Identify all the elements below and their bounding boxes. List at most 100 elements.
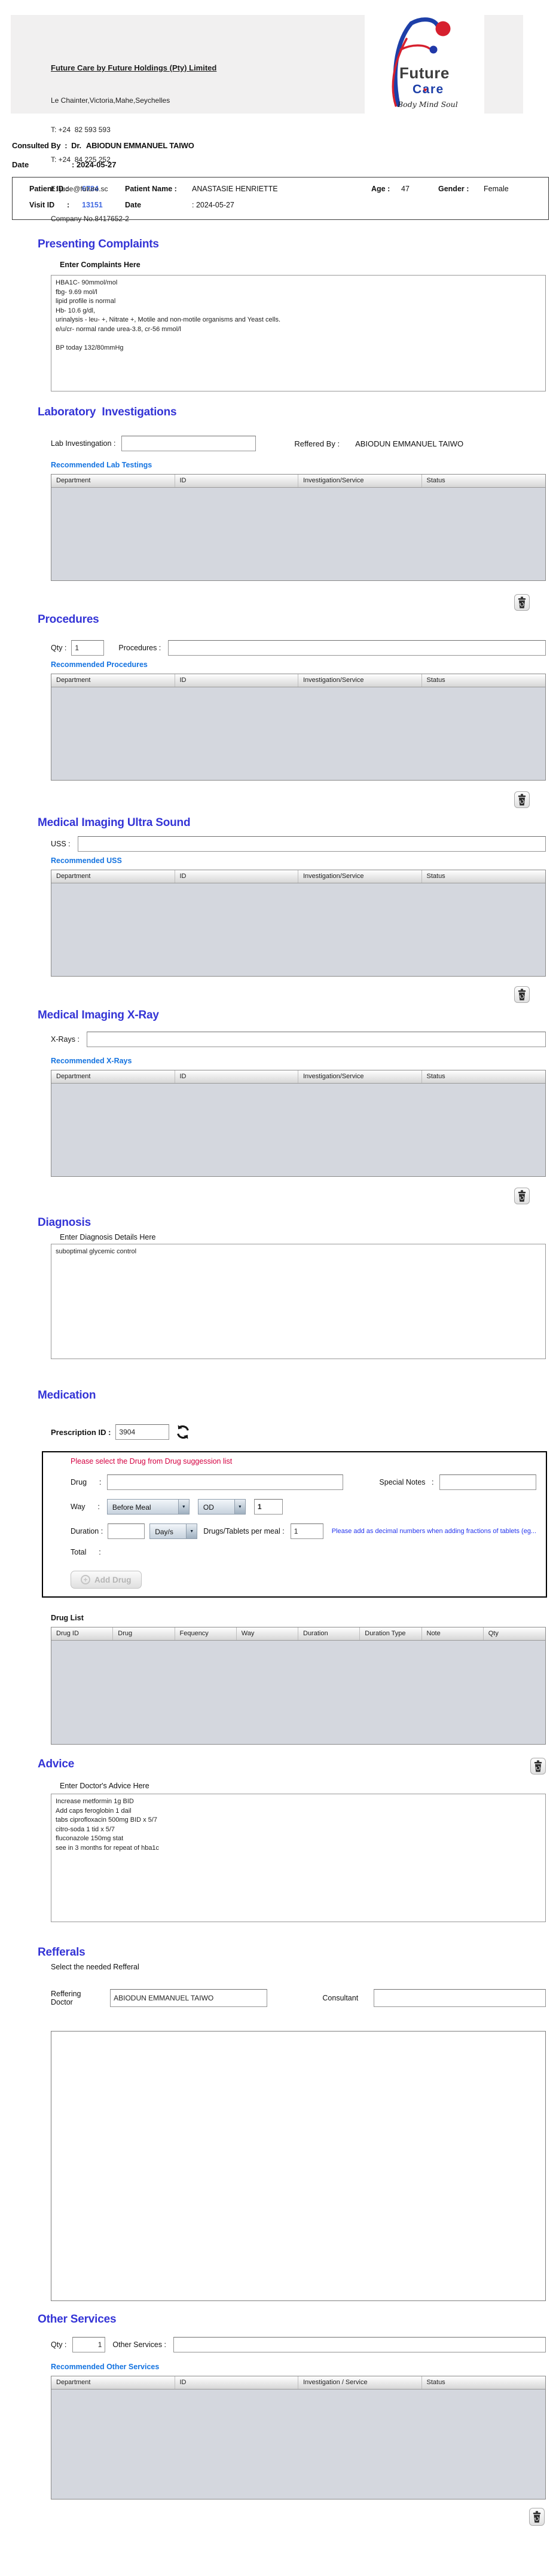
delete-procedure-button[interactable] xyxy=(514,791,530,808)
xray-input-row: X-Rays : xyxy=(51,1032,546,1047)
meal-timing-select[interactable]: Before Meal ▼ xyxy=(107,1499,190,1515)
recommended-xrays-label: Recommended X-Rays xyxy=(51,1057,556,1065)
section-title-medication: Medication xyxy=(38,1389,556,1402)
delete-lab-test-button[interactable] xyxy=(514,594,530,611)
referring-doctor-input[interactable] xyxy=(110,1989,267,2007)
table-body xyxy=(51,1084,545,1176)
column-header-status: Status xyxy=(422,1070,546,1083)
consultant-input[interactable] xyxy=(374,1989,546,2007)
consultant-label: Consultant xyxy=(322,1994,358,2002)
table-header-row: Department ID Investigation / Service St… xyxy=(51,2376,545,2390)
lab-testings-table: Department ID Investigation/Service Stat… xyxy=(51,474,546,581)
frequency-select[interactable]: OD ▼ xyxy=(198,1499,246,1515)
column-header-id: ID xyxy=(175,475,299,487)
advice-textarea[interactable]: Increase metformin 1g BID Add caps ferog… xyxy=(51,1794,546,1922)
referred-by-label: Reffered By : xyxy=(294,439,340,448)
other-services-label: Other Services : xyxy=(112,2341,166,2349)
refresh-prescription-button[interactable] xyxy=(175,1424,191,1440)
duration-input[interactable] xyxy=(108,1523,145,1539)
column-header-status: Status xyxy=(422,2376,546,2389)
column-header-department: Department xyxy=(51,2376,175,2389)
drug-input[interactable] xyxy=(107,1474,343,1490)
column-header-duration: Duration xyxy=(298,1627,360,1640)
uss-table: Department ID Investigation/Service Stat… xyxy=(51,870,546,977)
heart-icon: ♥ xyxy=(423,87,427,94)
company-address: Le Chainter,Victoria,Mahe,Seychelles xyxy=(51,96,216,106)
frequency-qty-input[interactable] xyxy=(254,1499,283,1515)
uss-input-row: USS : xyxy=(51,836,546,852)
special-notes-input[interactable] xyxy=(439,1474,536,1490)
complaints-textarea[interactable]: HBA1C- 90mmol/mol fbg- 9.69 mol/l lipid … xyxy=(51,275,546,391)
lab-investigation-input[interactable] xyxy=(121,436,256,451)
column-header-qty: Qty xyxy=(484,1627,545,1640)
duration-unit-value: Day/s xyxy=(150,1524,186,1538)
plus-circle-icon: + xyxy=(81,1575,90,1584)
table-header-row: Department ID Investigation/Service Stat… xyxy=(51,870,545,883)
section-title-diagnosis: Diagnosis xyxy=(38,1216,556,1229)
per-meal-qty-input[interactable] xyxy=(291,1523,323,1539)
other-services-qty-input[interactable] xyxy=(72,2337,105,2352)
chevron-down-icon: ▼ xyxy=(186,1524,197,1538)
duration-row: Duration : Day/s ▼ Drugs/Tablets per mea… xyxy=(71,1523,546,1539)
column-header-frequency: Fequency xyxy=(175,1627,237,1640)
company-header: Future Care by Future Holdings (Pty) Lim… xyxy=(11,15,523,114)
logo-tagline: Body Mind Soul xyxy=(398,100,458,109)
referring-doctor-label: Reffering Doctor xyxy=(51,1990,104,2006)
other-services-input[interactable] xyxy=(173,2337,546,2352)
total-label: Total : xyxy=(71,1548,101,1556)
drug-list-table: Drug ID Drug Fequency Way Duration Durat… xyxy=(51,1627,546,1745)
referral-input-row: Reffering Doctor Consultant xyxy=(51,1989,546,2007)
prescription-id-label: Prescription ID : xyxy=(51,1428,111,1437)
column-header-department: Department xyxy=(51,1070,175,1083)
company-phone-1: T: +24 82 593 593 xyxy=(51,125,216,135)
meal-timing-value: Before Meal xyxy=(108,1500,178,1514)
lab-delete-row xyxy=(0,594,546,612)
chevron-down-icon: ▼ xyxy=(234,1500,245,1514)
trash-icon xyxy=(516,596,528,609)
drug-suggestion-warning: Please select the Drug from Drug suggess… xyxy=(71,1457,546,1466)
delete-xray-button[interactable] xyxy=(514,1188,530,1204)
company-phone-2: T: +24 84 225 252 xyxy=(51,155,216,165)
table-header-row: Department ID Investigation/Service Stat… xyxy=(51,1070,545,1084)
section-title-laboratory-investigations: Laboratory Investigations xyxy=(38,406,556,419)
column-header-note: Note xyxy=(422,1627,484,1640)
referral-listbox[interactable] xyxy=(51,2031,546,2301)
procedures-delete-row xyxy=(0,791,546,809)
complaints-label: Enter Complaints Here xyxy=(60,261,556,269)
diagnosis-textarea[interactable]: suboptimal glycemic control xyxy=(51,1244,546,1359)
refresh-icon xyxy=(175,1424,191,1440)
trash-icon xyxy=(516,1189,528,1203)
recommended-uss-label: Recommended USS xyxy=(51,856,556,865)
lab-investigation-label: Lab Investingation : xyxy=(51,439,115,448)
section-title-procedures: Procedures xyxy=(38,613,556,626)
procedures-input[interactable] xyxy=(168,640,546,656)
delete-drug-button[interactable] xyxy=(530,1758,546,1775)
delete-other-service-button[interactable] xyxy=(529,2508,545,2526)
prescription-row: Prescription ID : xyxy=(51,1424,556,1440)
other-services-table: Department ID Investigation / Service St… xyxy=(51,2376,546,2499)
patient-gender-value: Female xyxy=(484,185,509,193)
uss-input[interactable] xyxy=(78,836,546,852)
column-header-investigation-service: Investigation / Service xyxy=(298,2376,422,2389)
company-email: E: jude@future.sc xyxy=(51,184,216,194)
column-header-department: Department xyxy=(51,475,175,487)
table-body xyxy=(51,1641,545,1744)
special-notes-label: Special Notes : xyxy=(379,1478,433,1486)
drug-list-label: Drug List xyxy=(51,1614,556,1622)
duration-unit-select[interactable]: Day/s ▼ xyxy=(149,1523,197,1539)
column-header-investigation-service: Investigation/Service xyxy=(298,1070,422,1083)
lab-investigation-row: Lab Investingation : Reffered By : ABIOD… xyxy=(51,436,546,451)
recommended-other-services-label: Recommended Other Services xyxy=(51,2363,556,2371)
column-header-investigation-service: Investigation/Service xyxy=(298,674,422,687)
delete-uss-button[interactable] xyxy=(514,986,530,1003)
xray-input[interactable] xyxy=(87,1032,546,1047)
add-drug-button[interactable]: + Add Drug xyxy=(71,1571,142,1589)
recommended-lab-testings-label: Recommended Lab Testings xyxy=(51,461,556,469)
table-body xyxy=(51,687,545,780)
prescription-id-input[interactable] xyxy=(115,1424,169,1440)
fraction-note: Please add as decimal numbers when addin… xyxy=(332,1528,536,1535)
column-header-investigation-service: Investigation/Service xyxy=(298,870,422,883)
table-body xyxy=(51,488,545,580)
uss-label: USS : xyxy=(51,840,71,848)
procedures-qty-input[interactable] xyxy=(71,640,104,656)
